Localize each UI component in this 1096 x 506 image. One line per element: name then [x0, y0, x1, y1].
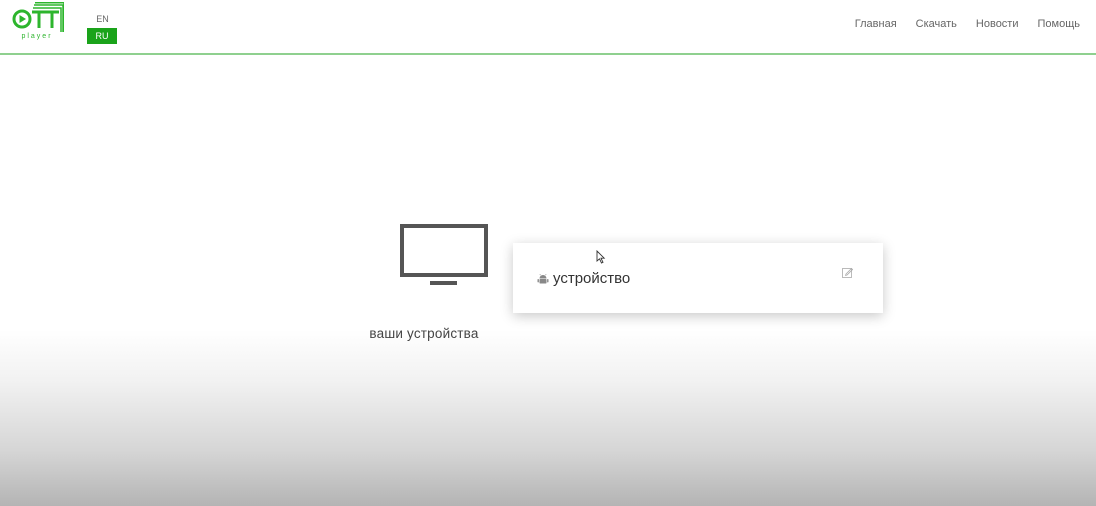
main-nav: Главная Скачать Новости Помощь	[855, 18, 1080, 30]
device-item[interactable]: устройство	[537, 270, 630, 287]
android-icon	[537, 273, 549, 283]
nav-help[interactable]: Помощь	[1038, 18, 1081, 30]
your-devices-label[interactable]: ваши устройства	[340, 326, 508, 341]
nav-download[interactable]: Скачать	[916, 18, 957, 30]
ott-player-logo[interactable]: player	[12, 2, 64, 48]
device-card[interactable]: устройство	[513, 243, 883, 313]
nav-news[interactable]: Новости	[976, 18, 1019, 30]
edit-icon[interactable]	[842, 267, 853, 278]
lang-en-button[interactable]: EN	[88, 14, 117, 24]
nav-home[interactable]: Главная	[855, 18, 897, 30]
mouse-cursor-icon	[596, 250, 606, 264]
device-name: устройство	[553, 270, 631, 287]
logo-mark-icon	[12, 2, 64, 32]
header: player EN RU Главная Скачать Новости Пом…	[0, 0, 1096, 55]
logo-text: player	[21, 33, 53, 40]
lang-ru-button[interactable]: RU	[87, 28, 117, 44]
tv-icon	[399, 224, 489, 288]
